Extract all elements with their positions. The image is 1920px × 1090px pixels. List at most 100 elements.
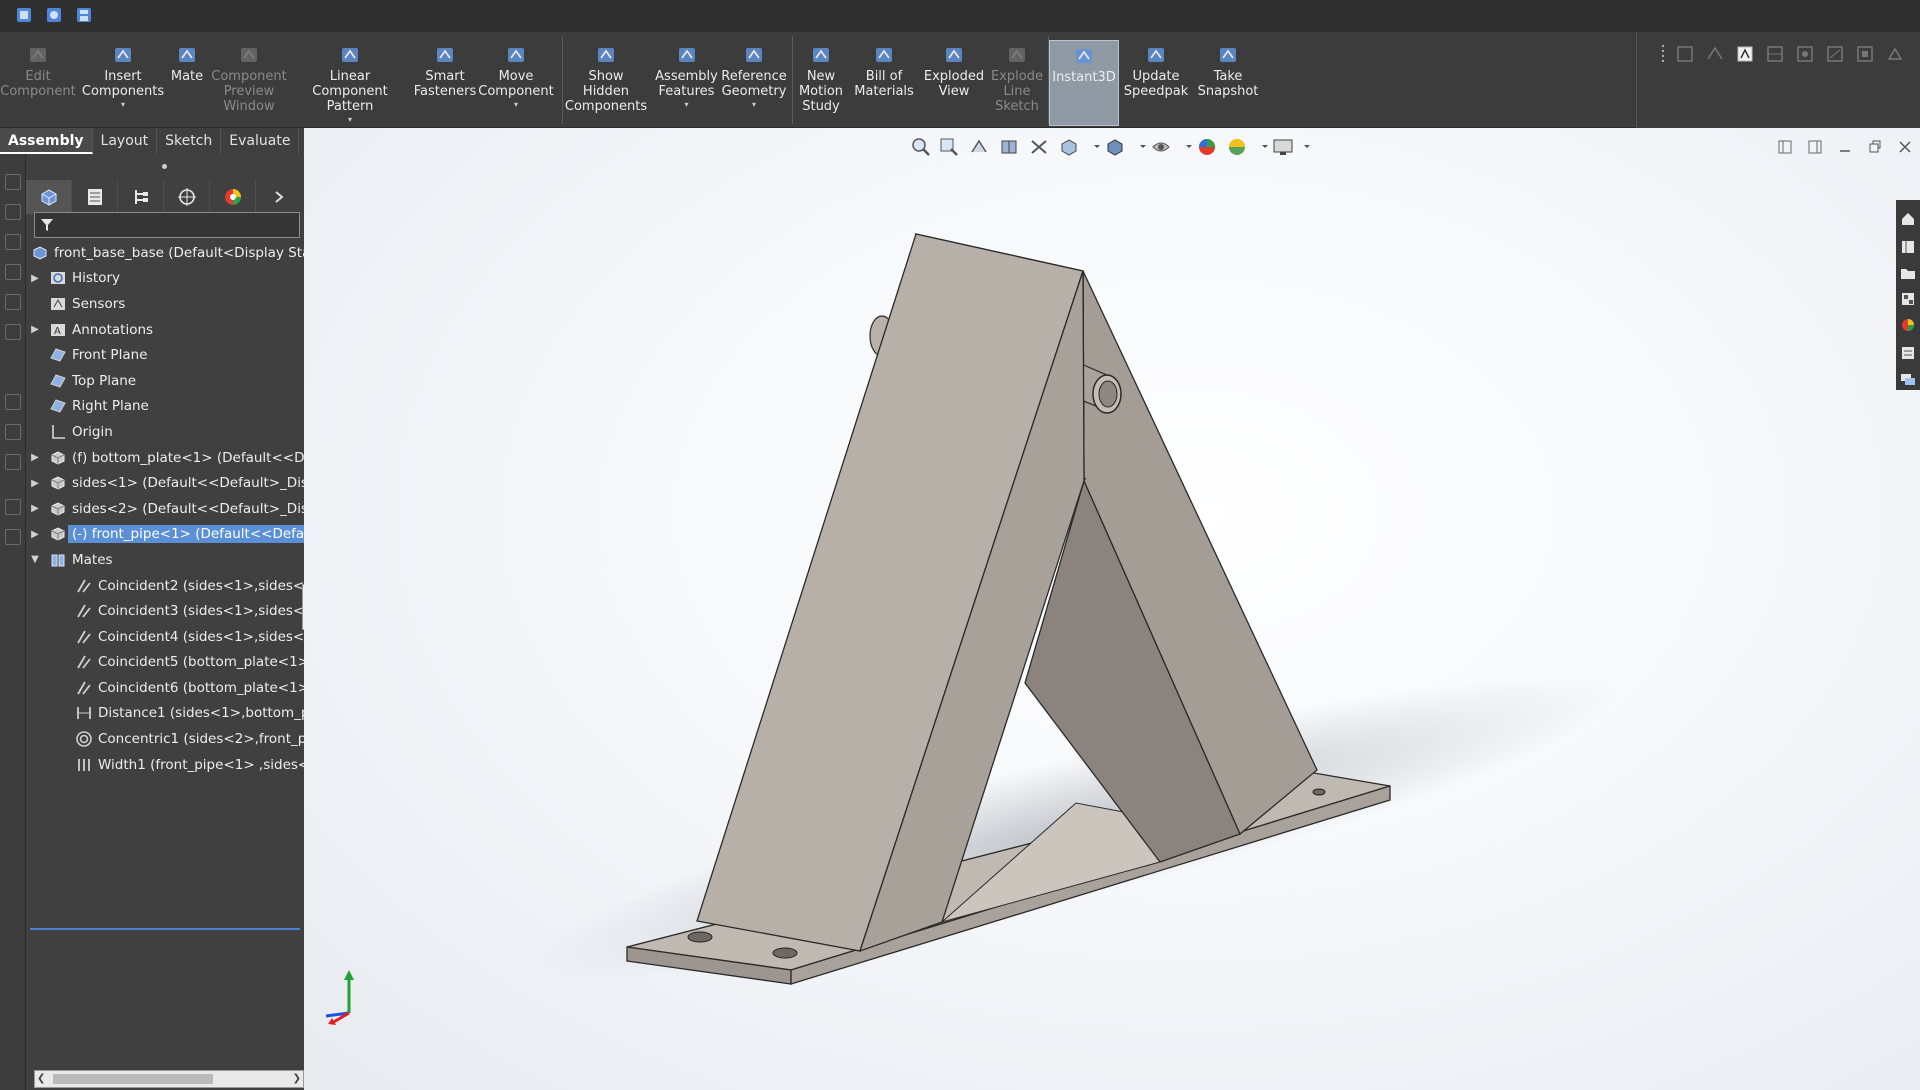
new-motion-study-button[interactable]: New Motion Study: [790, 40, 852, 126]
expand-tabs-icon[interactable]: [256, 180, 302, 214]
configuration-manager-tab-icon[interactable]: [118, 180, 164, 214]
rollback-bar[interactable]: [30, 928, 300, 930]
chevron-right-icon[interactable]: ▶: [30, 503, 40, 514]
dock-tool-icon[interactable]: [5, 234, 21, 250]
tree-item[interactable]: ▼ Mates: [26, 547, 304, 573]
tree-item[interactable]: ▶ sides<1> (Default<<Default>_Displ: [26, 470, 304, 496]
chevron-down-icon[interactable]: ▾: [514, 100, 518, 109]
tree-item[interactable]: Coincident4 (sides<1>,sides<2: [26, 624, 304, 650]
instant3d-button[interactable]: Instant3D: [1049, 40, 1119, 126]
scroll-thumb[interactable]: [53, 1074, 213, 1084]
linear-component-pattern-button[interactable]: Linear Component Pattern ▾: [292, 40, 408, 126]
assembly-features-button[interactable]: Assembly Features ▾: [655, 40, 718, 126]
insert-components-button[interactable]: Insert Components ▾: [82, 40, 164, 126]
chevron-right-icon[interactable]: ▶: [30, 273, 40, 284]
open-document-icon[interactable]: [42, 4, 66, 26]
tab-evaluate[interactable]: Evaluate: [221, 128, 300, 154]
tree-item[interactable]: Right Plane: [26, 394, 304, 420]
panel-splitter-dot[interactable]: [162, 164, 167, 169]
dock-tool-icon[interactable]: [5, 529, 21, 545]
tree-item-label: Coincident4 (sides<1>,sides<2: [98, 628, 304, 645]
tree-item[interactable]: Coincident5 (bottom_plate<1>: [26, 650, 304, 676]
dock-tool-icon[interactable]: [5, 264, 21, 280]
save-document-icon[interactable]: [72, 4, 96, 26]
reference-geometry-button[interactable]: Reference Geometry ▾: [721, 40, 787, 126]
tree-item[interactable]: Front Plane: [26, 342, 304, 368]
display-manager-tab-icon[interactable]: [210, 180, 256, 214]
update-speedpak-button[interactable]: Update Speedpak: [1124, 40, 1188, 126]
reference-tool-icon[interactable]: [1793, 42, 1817, 66]
chevron-down-icon[interactable]: ▾: [121, 100, 125, 109]
graphics-area[interactable]: [304, 128, 1920, 1090]
sketch-tool-icon[interactable]: [1673, 42, 1697, 66]
smart-fasteners-button[interactable]: Smart Fasteners: [414, 40, 476, 126]
tree-item-label: (-) front_pipe<1> (Default<<Defaul: [68, 525, 304, 544]
chevron-down-icon[interactable]: ▾: [348, 115, 352, 124]
move-component-button[interactable]: Move Component ▾: [478, 40, 554, 126]
sketch-part-icon[interactable]: [1733, 42, 1757, 66]
tree-item[interactable]: ▶ (f) bottom_plate<1> (Default<<Def: [26, 445, 304, 471]
chevron-right-icon[interactable]: ▶: [30, 324, 40, 335]
property-manager-tab-icon[interactable]: [72, 180, 118, 214]
explode-line-sketch-button[interactable]: Explode Line Sketch: [984, 40, 1050, 126]
feature-tree-tab-icon[interactable]: [26, 180, 72, 214]
tree-root-assembly[interactable]: front_base_base (Default<Display State-: [26, 240, 304, 266]
tree-item[interactable]: Distance1 (sides<1>,bottom_pl: [26, 701, 304, 727]
chevron-down-icon[interactable]: ▾: [684, 100, 688, 109]
assembly-model[interactable]: [304, 128, 1920, 1090]
exploded-view-button[interactable]: Exploded View: [918, 40, 990, 126]
dimxpert-manager-tab-icon[interactable]: [164, 180, 210, 214]
dock-tool-icon[interactable]: [5, 424, 21, 440]
chevron-right-icon[interactable]: ▶: [30, 529, 40, 540]
dock-tool-icon[interactable]: [5, 499, 21, 515]
layout-tool-icon[interactable]: [1763, 42, 1787, 66]
component-preview-window-button[interactable]: Component Preview Window: [208, 40, 290, 126]
view-tool-icon[interactable]: [1853, 42, 1877, 66]
tree-item[interactable]: ▶ History: [26, 266, 304, 292]
tree-item[interactable]: Sensors: [26, 291, 304, 317]
tree-item[interactable]: Concentric1 (sides<2>,front_pi: [26, 726, 304, 752]
tree-item[interactable]: Coincident3 (sides<1>,sides<2:: [26, 598, 304, 624]
chevron-down-icon[interactable]: ▼: [30, 554, 40, 565]
dock-tool-icon[interactable]: [5, 324, 21, 340]
tree-item[interactable]: Coincident2 (sides<1>,sides<2:: [26, 573, 304, 599]
tab-assembly[interactable]: Assembly: [0, 128, 93, 154]
mate-button[interactable]: Mate: [168, 40, 206, 126]
tree-filter-input[interactable]: [34, 212, 300, 238]
show-hidden-components-button[interactable]: Show Hidden Components: [562, 40, 650, 126]
scroll-left-icon[interactable]: ❮: [37, 1071, 45, 1087]
dock-tool-icon[interactable]: [5, 174, 21, 190]
dock-tool-icon[interactable]: [5, 394, 21, 410]
tree-item[interactable]: ▶ sides<2> (Default<<Default>_Displ: [26, 496, 304, 522]
toolbar-separator: [792, 36, 793, 124]
smart-dimension-icon[interactable]: [1703, 42, 1727, 66]
chevron-right-icon[interactable]: ▶: [30, 478, 40, 489]
tab-sketch[interactable]: Sketch: [157, 128, 222, 154]
dock-tool-icon[interactable]: [5, 294, 21, 310]
dock-tool-icon[interactable]: [5, 454, 21, 470]
tree-item[interactable]: Top Plane: [26, 368, 304, 394]
new-document-icon[interactable]: [12, 4, 36, 26]
take-snapshot-button[interactable]: Take Snapshot: [1196, 40, 1260, 126]
chevron-down-icon[interactable]: ▾: [752, 100, 756, 109]
edit-component-button[interactable]: Edit Component: [0, 40, 76, 126]
scroll-right-icon[interactable]: ❯: [293, 1071, 301, 1087]
tree-item-label: Right Plane: [72, 398, 149, 415]
tree-item[interactable]: ▶ A Annotations: [26, 317, 304, 343]
reference-geometry-label: Reference Geometry: [721, 69, 787, 99]
tree-item[interactable]: Width1 (front_pipe<1> ,sides<: [26, 752, 304, 778]
toolbar-more-icon[interactable]: [1883, 42, 1907, 66]
coincident-icon: [74, 652, 94, 672]
tree-item[interactable]: Origin: [26, 419, 304, 445]
dock-tool-icon[interactable]: [5, 204, 21, 220]
take-snapshot-label: Take Snapshot: [1197, 69, 1259, 99]
chevron-right-icon[interactable]: ▶: [30, 452, 40, 463]
tab-layout[interactable]: Layout: [92, 128, 158, 154]
tree-horizontal-scrollbar[interactable]: ❮ ❯: [34, 1070, 304, 1088]
tree-item[interactable]: Coincident6 (bottom_plate<1>: [26, 675, 304, 701]
bill-of-materials-button[interactable]: Bill of Materials: [854, 40, 914, 126]
tree-item[interactable]: ▶ (-) front_pipe<1> (Default<<Defaul: [26, 522, 304, 548]
exploded-view-icon: [941, 42, 967, 68]
evaluate-tool-icon[interactable]: [1823, 42, 1847, 66]
plane-icon: [48, 345, 68, 365]
